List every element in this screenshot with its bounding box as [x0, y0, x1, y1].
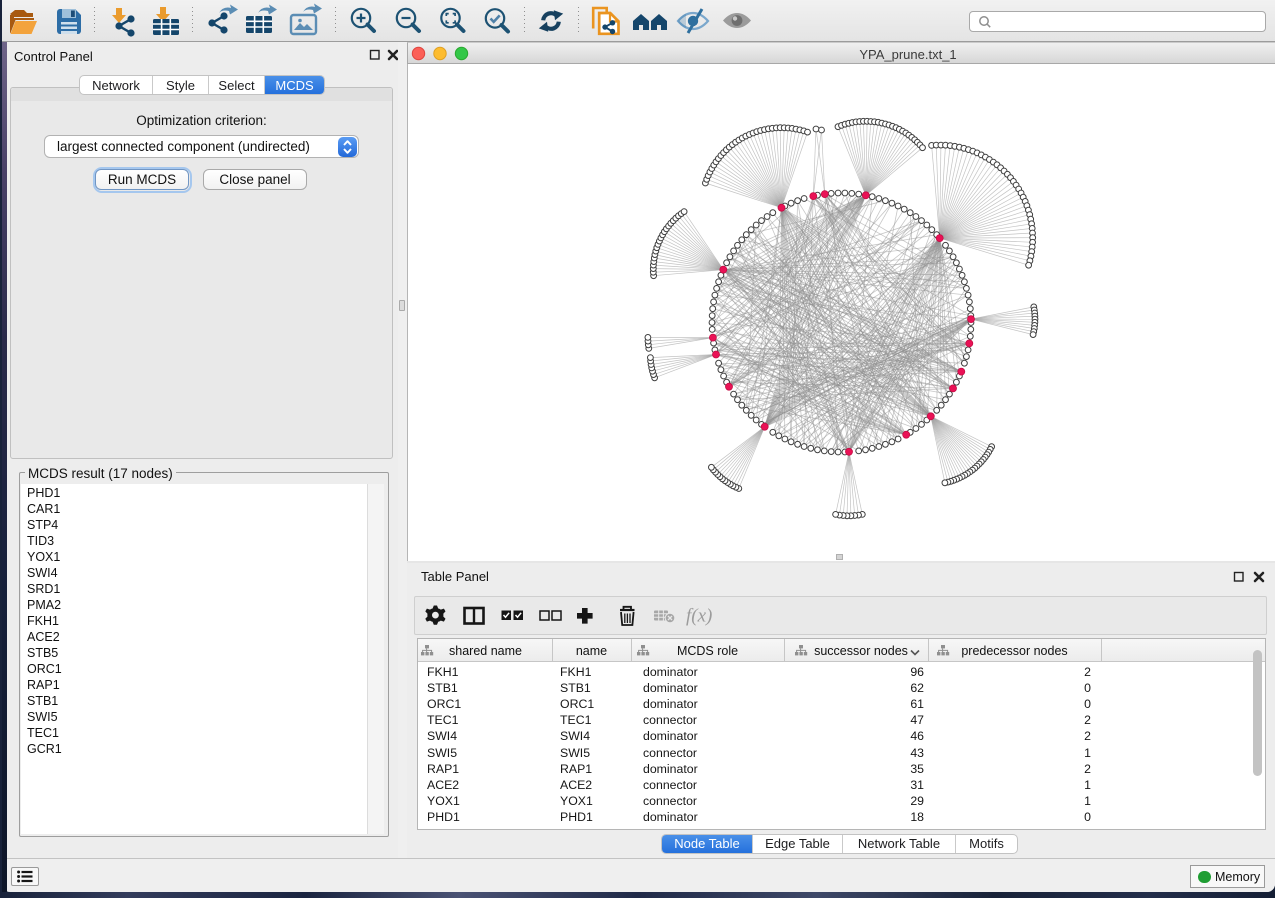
svg-text:f(x): f(x)	[686, 606, 712, 627]
